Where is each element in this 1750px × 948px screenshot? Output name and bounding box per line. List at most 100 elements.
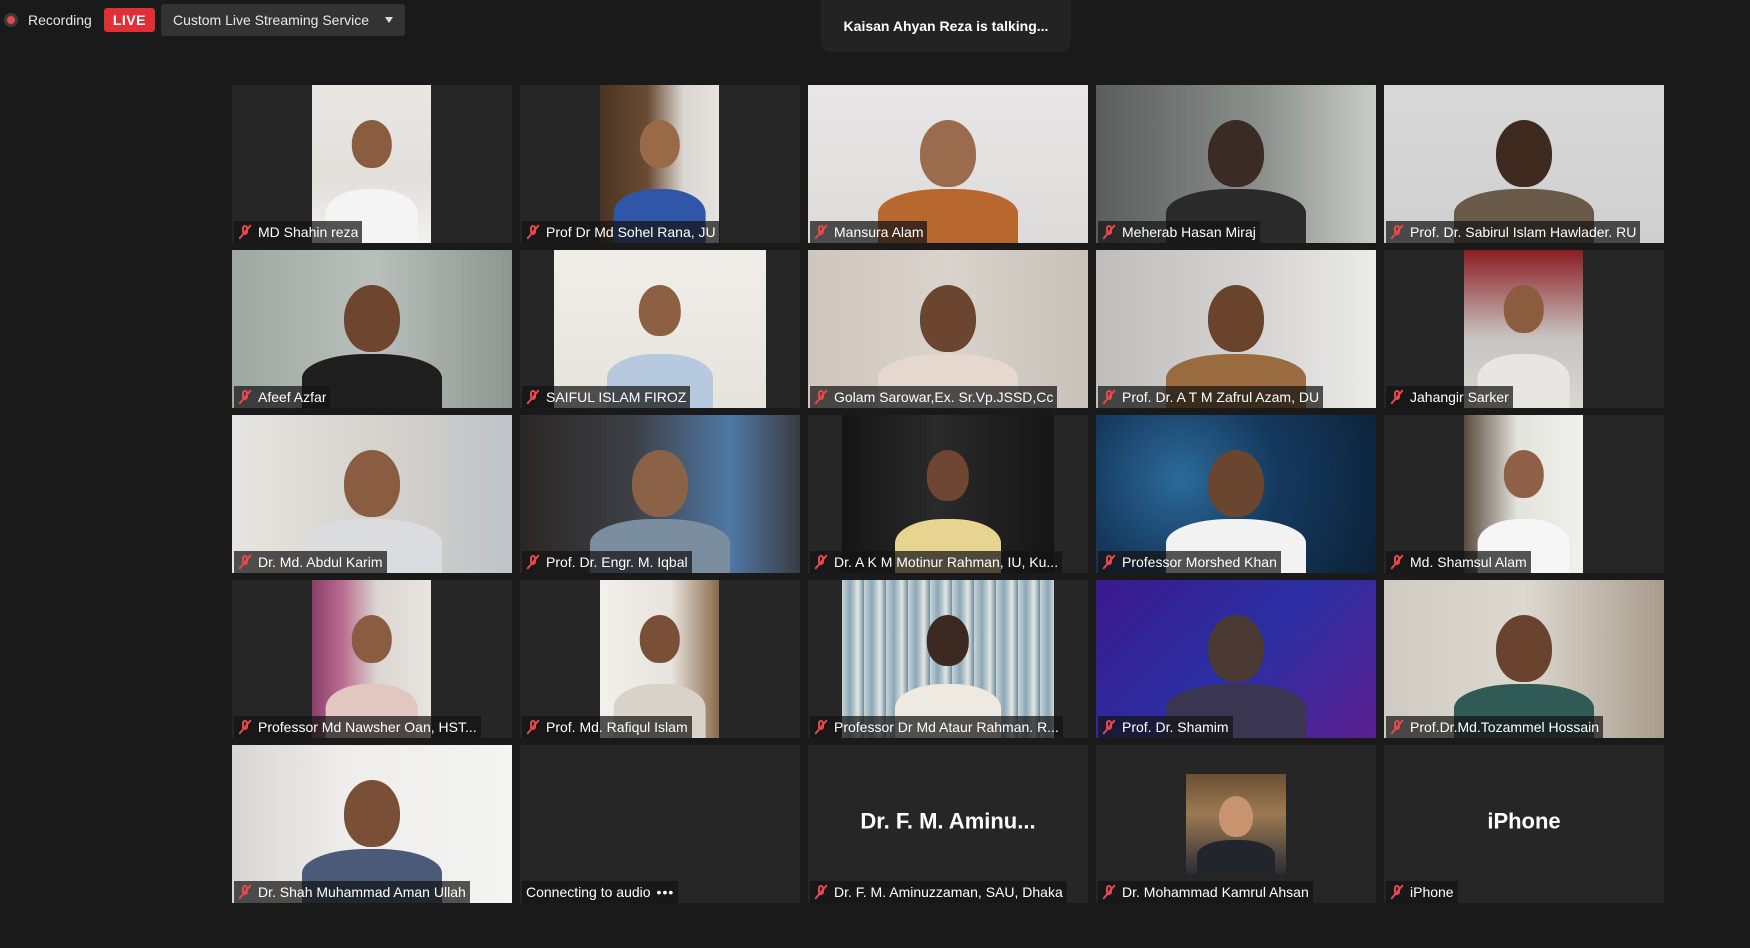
participant-video: [312, 580, 431, 738]
recording-indicator[interactable]: Recording: [4, 12, 92, 28]
participant-video: [1096, 85, 1376, 243]
participant-video: [600, 85, 719, 243]
participant-name-tag: Prof. Md. Rafiqul Islam: [522, 716, 692, 738]
gallery-grid: MD Shahin reza Prof Dr Md Sohel Rana, JU…: [232, 85, 1664, 903]
participant-name-tag: Dr. A K M Motinur Rahman, IU, Ku...: [810, 551, 1063, 573]
mic-muted-icon: [1390, 884, 1404, 900]
participant-tile[interactable]: Golam Sarowar,Ex. Sr.Vp.JSSD,Cc: [808, 250, 1088, 408]
participant-video: [808, 250, 1088, 408]
participant-tile-no-video[interactable]: iPhone iPhone: [1384, 745, 1664, 903]
participant-video: [842, 415, 1054, 573]
participant-tile[interactable]: Prof. Dr. Sabirul Islam Hawlader. RU: [1384, 85, 1664, 243]
participant-tile-no-video[interactable]: Dr. F. M. Aminu... Dr. F. M. Aminuzzaman…: [808, 745, 1088, 903]
recording-label: Recording: [28, 12, 92, 28]
streaming-service-label: Custom Live Streaming Service: [172, 12, 370, 28]
mic-muted-icon: [814, 389, 828, 405]
participant-tile[interactable]: Dr. A K M Motinur Rahman, IU, Ku...: [808, 415, 1088, 573]
mic-muted-icon: [1102, 884, 1116, 900]
participant-tile[interactable]: Prof. Dr. Engr. M. Iqbal: [520, 415, 800, 573]
active-speaker-banner: Kaisan Ahyan Reza is talking...: [821, 0, 1071, 52]
participant-name-tag: Afeef Azfar: [234, 386, 331, 408]
participant-name: iPhone: [1410, 884, 1454, 900]
participant-name: Professor Morshed Khan: [1122, 554, 1277, 570]
mic-muted-icon: [814, 224, 828, 240]
participant-head: [1503, 284, 1544, 334]
participant-head: [632, 449, 688, 517]
participant-video: [1096, 250, 1376, 408]
participant-video: [232, 745, 512, 903]
mic-muted-icon: [526, 554, 540, 570]
participant-name-tag: Dr. Mohammad Kamrul Ahsan: [1098, 881, 1313, 903]
participant-tile[interactable]: MD Shahin reza: [232, 85, 512, 243]
participant-name-tag: Connecting to audio •••: [522, 881, 679, 903]
participant-head: [1208, 449, 1264, 517]
mic-muted-icon: [1102, 719, 1116, 735]
top-bar: Recording LIVE Custom Live Streaming Ser…: [0, 0, 406, 40]
participant-name: Prof. Dr. Engr. M. Iqbal: [546, 554, 688, 570]
participant-name-tag: Professor Morshed Khan: [1098, 551, 1281, 573]
participant-tile[interactable]: SAIFUL ISLAM FIROZ: [520, 250, 800, 408]
participant-head: [926, 449, 970, 501]
participant-name: MD Shahin reza: [258, 224, 359, 240]
mic-muted-icon: [1102, 224, 1116, 240]
participant-head: [926, 614, 970, 666]
mic-muted-icon: [526, 224, 540, 240]
participant-video: [842, 580, 1054, 738]
participant-tile[interactable]: Mansura Alam: [808, 85, 1088, 243]
participant-tile[interactable]: Professor Dr Md Ataur Rahman. R...: [808, 580, 1088, 738]
participant-tile[interactable]: Prof. Dr. Shamim: [1096, 580, 1376, 738]
mic-muted-icon: [238, 389, 252, 405]
participant-tile[interactable]: Dr. Shah Muhammad Aman Ullah: [232, 745, 512, 903]
streaming-service-dropdown[interactable]: Custom Live Streaming Service: [160, 4, 406, 36]
participant-name-tag: Prof. Dr. Shamim: [1098, 716, 1233, 738]
participant-display-name: Dr. F. M. Aminu...: [860, 808, 1036, 834]
participant-tile[interactable]: Prof. Dr. A T M Zafrul Azam, DU: [1096, 250, 1376, 408]
participant-tile[interactable]: Dr. Md. Abdul Karim: [232, 415, 512, 573]
participant-name-tag: Prof. Dr. A T M Zafrul Azam, DU: [1098, 386, 1324, 408]
participant-head: [639, 614, 680, 664]
participant-tile[interactable]: Professor Morshed Khan: [1096, 415, 1376, 573]
participant-head: [351, 119, 392, 169]
participant-video: [808, 85, 1088, 243]
participant-name: Prof.Dr.Md.Tozammel Hossain: [1410, 719, 1600, 735]
mic-muted-icon: [238, 554, 252, 570]
participant-name: SAIFUL ISLAM FIROZ: [546, 389, 687, 405]
mic-muted-icon: [814, 554, 828, 570]
participant-name: Md. Shamsul Alam: [1410, 554, 1527, 570]
participant-tile[interactable]: Dr. Mohammad Kamrul Ahsan: [1096, 745, 1376, 903]
participant-name-tag: Professor Dr Md Ataur Rahman. R...: [810, 716, 1063, 738]
participant-tile[interactable]: Md. Shamsul Alam: [1384, 415, 1664, 573]
participant-tile[interactable]: Jahangir Sarker: [1384, 250, 1664, 408]
participant-name: Golam Sarowar,Ex. Sr.Vp.JSSD,Cc: [834, 389, 1054, 405]
participant-display-name: iPhone: [1487, 808, 1561, 834]
mic-muted-icon: [238, 224, 252, 240]
participant-tile-connecting[interactable]: Connecting to audio •••: [520, 745, 800, 903]
participant-tile[interactable]: Afeef Azfar: [232, 250, 512, 408]
participant-tile[interactable]: Professor Md Nawsher Oan, HST...: [232, 580, 512, 738]
participant-tile[interactable]: Prof. Md. Rafiqul Islam: [520, 580, 800, 738]
participant-name: Prof. Dr. Shamim: [1122, 719, 1229, 735]
participant-tile[interactable]: Prof.Dr.Md.Tozammel Hossain: [1384, 580, 1664, 738]
participant-name: Prof. Dr. Sabirul Islam Hawlader. RU: [1410, 224, 1637, 240]
participant-video: [554, 250, 766, 408]
participant-name-tag: Prof.Dr.Md.Tozammel Hossain: [1386, 716, 1604, 738]
live-badge[interactable]: LIVE: [103, 8, 155, 32]
participant-video: [312, 85, 431, 243]
participant-name-tag: Md. Shamsul Alam: [1386, 551, 1531, 573]
participant-name: Professor Dr Md Ataur Rahman. R...: [834, 719, 1059, 735]
participant-video: [1464, 415, 1583, 573]
participant-profile-photo: [1186, 774, 1286, 874]
participant-tile[interactable]: Meherab Hasan Miraj: [1096, 85, 1376, 243]
participant-name: Prof. Dr. A T M Zafrul Azam, DU: [1122, 389, 1320, 405]
participant-video: [520, 415, 800, 573]
participant-head: [1219, 796, 1253, 837]
mic-muted-icon: [1390, 719, 1404, 735]
participant-name-tag: Jahangir Sarker: [1386, 386, 1513, 408]
participant-tile[interactable]: Prof Dr Md Sohel Rana, JU: [520, 85, 800, 243]
participant-status: Connecting to audio: [526, 884, 651, 900]
mic-muted-icon: [1102, 389, 1116, 405]
mic-muted-icon: [526, 719, 540, 735]
participant-head: [1496, 119, 1552, 187]
participant-name-tag: SAIFUL ISLAM FIROZ: [522, 386, 691, 408]
participant-name: Mansura Alam: [834, 224, 924, 240]
